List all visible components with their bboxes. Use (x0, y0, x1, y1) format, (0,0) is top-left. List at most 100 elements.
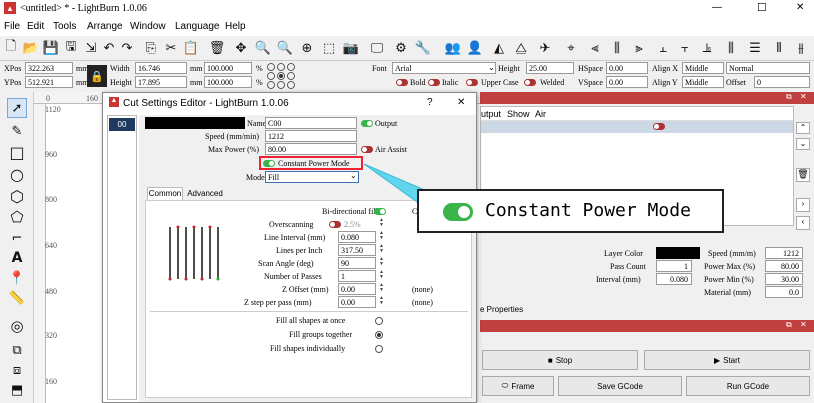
maximize-button[interactable]: ☐ (757, 1, 767, 14)
bold-toggle[interactable] (396, 79, 408, 86)
upper-case-toggle[interactable] (466, 79, 478, 86)
save-as-icon[interactable]: 🖫 (62, 39, 80, 57)
align-bottom-icon[interactable]: ⫡ (698, 39, 716, 57)
text-tool-icon[interactable]: A (7, 248, 27, 268)
tools-icon[interactable]: 🔧 (414, 39, 432, 57)
overscan-value[interactable]: 2.5% (344, 219, 361, 230)
tab-common[interactable]: Common (147, 187, 183, 200)
menu-help[interactable]: Help (225, 21, 246, 32)
width-field[interactable]: 16.746 (135, 62, 187, 74)
mirror-h-icon[interactable]: ◭ (490, 39, 508, 57)
zoom-in-icon[interactable]: 🔍 (254, 39, 272, 57)
cut-icon[interactable]: ✂ (162, 39, 180, 57)
speed-field[interactable]: 1212 (265, 130, 357, 142)
vspace-field[interactable]: 0.00 (606, 76, 648, 88)
fill-all-radio[interactable] (375, 317, 383, 325)
layer-color-swatch[interactable] (145, 117, 245, 129)
edit-nodes-icon[interactable]: ⌐ (7, 228, 27, 248)
col-output[interactable]: utput (481, 109, 501, 120)
save-gcode-button[interactable]: Save GCode (558, 376, 682, 396)
start-button[interactable]: ▶ Start (644, 350, 810, 370)
pencil-icon[interactable]: ✎ (7, 121, 27, 141)
align-middle-icon[interactable]: ⫟ (676, 39, 694, 57)
interval-spinner[interactable]: ▲ ▼ (378, 231, 385, 242)
align-center-icon[interactable]: ⫼ (608, 39, 626, 57)
menu-file[interactable]: File (4, 21, 20, 32)
hspace-field[interactable]: 0.00 (606, 62, 648, 74)
z-step-field[interactable]: 0.00 (338, 296, 376, 308)
move-up-button[interactable]: ⌃ (796, 122, 810, 134)
ellipse-icon[interactable]: ○ (7, 164, 27, 184)
rectangle-icon[interactable]: □ (7, 142, 27, 162)
italic-toggle[interactable] (428, 79, 440, 86)
panel-close-icon[interactable]: ✕ (800, 92, 807, 101)
distribute-v-icon[interactable]: ☰ (746, 39, 764, 57)
delete-icon[interactable]: 🗑 (208, 39, 226, 57)
fill-groups-radio[interactable] (375, 331, 383, 339)
menu-window[interactable]: Window (130, 21, 166, 32)
z-offset-field[interactable]: 0.00 (338, 283, 376, 295)
font-chevron-down-icon[interactable]: ⌄ (488, 62, 495, 73)
lpi-field[interactable]: 317.50 (338, 244, 376, 256)
passes-spinner[interactable]: ▲ ▼ (378, 270, 385, 281)
layer-list-item[interactable]: 00 (109, 118, 135, 131)
save-icon[interactable]: 💾 (42, 39, 60, 57)
menu-arrange[interactable]: Arrange (87, 21, 123, 32)
frame-button[interactable]: ⬭ Frame (482, 376, 554, 396)
offset-icon[interactable]: ◎ (7, 316, 27, 336)
menu-tools[interactable]: Tools (53, 21, 76, 32)
monitor-icon[interactable]: 🖵 (368, 39, 386, 57)
undo-icon[interactable]: ↶ (100, 39, 118, 57)
welded-toggle[interactable] (524, 79, 536, 86)
paste-icon[interactable]: 📋 (182, 39, 200, 57)
open-folder-icon[interactable]: 📂 (22, 39, 40, 57)
line-interval-field[interactable]: 0.080 (338, 231, 376, 243)
shape-icon[interactable]: ⬠ (7, 207, 27, 227)
target-icon[interactable]: ⌖ (562, 39, 580, 57)
tab-advanced[interactable]: Advanced (185, 188, 225, 200)
align-top-icon[interactable]: ⫠ (654, 39, 672, 57)
text-height-field[interactable]: 25.00 (526, 62, 574, 74)
air-toggle[interactable] (653, 123, 665, 130)
anchor-grid-icon[interactable] (266, 62, 296, 90)
close-button[interactable]: ✕ (796, 2, 804, 13)
scroll-right-button[interactable]: › (796, 198, 810, 212)
scan-angle-field[interactable]: 90 (338, 257, 376, 269)
col-show[interactable]: Show (507, 109, 530, 120)
power-min-field[interactable]: 30.00 (765, 273, 803, 285)
material-field[interactable]: 0.0 (765, 286, 803, 298)
boolean-union-icon[interactable]: ⧈ (7, 360, 27, 380)
float-icon[interactable]: ⧉ (786, 320, 792, 330)
align-y-select[interactable]: Middle (682, 76, 724, 88)
trash-icon[interactable]: 🗑 (796, 168, 810, 182)
overscan-toggle[interactable] (329, 221, 341, 228)
col-air[interactable]: Air (535, 109, 546, 120)
table-row[interactable] (481, 121, 793, 133)
passes-field[interactable]: 1 (338, 270, 376, 282)
fill-individually-radio[interactable] (375, 345, 383, 353)
mode-select[interactable]: Fill (265, 171, 359, 183)
width-percent-field[interactable]: 100.000 (204, 62, 252, 74)
style-select[interactable]: Normal (726, 62, 810, 74)
xpos-field[interactable]: 322.263 (25, 62, 73, 74)
properties-tab[interactable]: e Properties (480, 304, 523, 315)
menu-language[interactable]: Language (175, 21, 220, 32)
copy-icon[interactable]: ⎘ (142, 39, 160, 57)
boolean-subtract-icon[interactable]: ⬒ (7, 380, 27, 400)
layer-color-swatch[interactable] (656, 247, 700, 259)
zoom-out-icon[interactable]: 🔍 (276, 39, 294, 57)
import-icon[interactable]: ⇲ (82, 39, 100, 57)
align-right-icon[interactable]: ⫸ (630, 39, 648, 57)
layer-speed-field[interactable]: 1212 (765, 247, 803, 259)
stop-button[interactable]: ■ Stop (482, 350, 638, 370)
run-gcode-button[interactable]: Run GCode (686, 376, 810, 396)
height-field[interactable]: 17.895 (135, 76, 187, 88)
dialog-close-button[interactable]: ✕ (457, 97, 465, 108)
angle-spinner[interactable]: ▲ ▼ (378, 257, 385, 268)
ungroup-icon[interactable]: 👤 (466, 39, 484, 57)
measure-icon[interactable]: 📏 (7, 288, 27, 308)
layer-interval-field[interactable]: 0.080 (656, 273, 692, 285)
align-left-icon[interactable]: ⫷ (586, 39, 604, 57)
name-field[interactable]: C00 (265, 117, 357, 129)
zoom-fit-icon[interactable]: ⊕ (298, 39, 316, 57)
